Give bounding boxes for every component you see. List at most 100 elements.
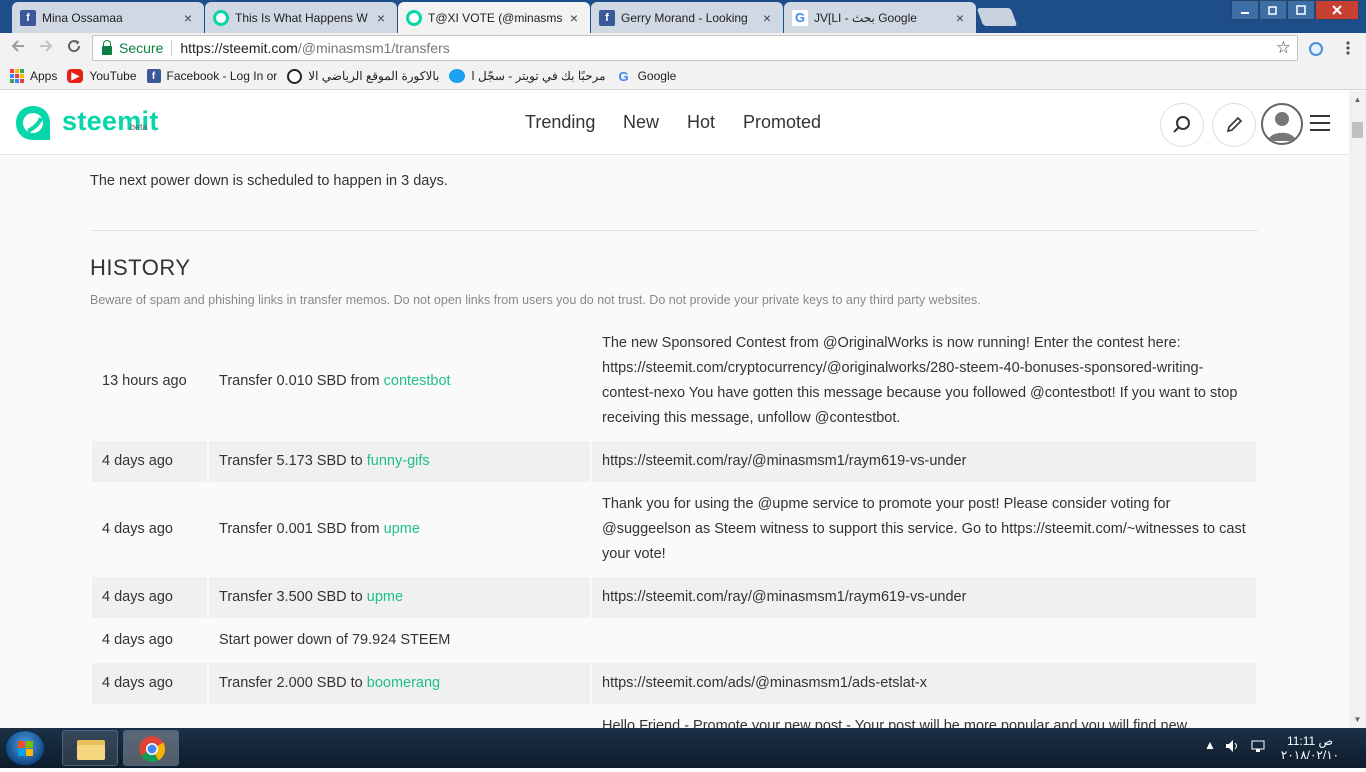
close-tab-icon[interactable]: × xyxy=(952,10,968,26)
clock-date: ٢٠١٨/٠٢/١٠ xyxy=(1280,748,1340,762)
arrow-left-icon xyxy=(11,40,24,52)
close-tab-icon[interactable]: × xyxy=(180,10,196,26)
nav-trending[interactable]: Trending xyxy=(525,112,595,133)
bookmark-facebook[interactable]: f Facebook - Log In or xyxy=(146,69,278,83)
close-tab-icon[interactable]: × xyxy=(566,10,582,26)
memo-text: Hello Friend - Promote your new post - Y… xyxy=(602,718,1188,728)
bookmark-label: Google xyxy=(637,69,677,83)
bookmark-star-icon[interactable]: ☆ xyxy=(1276,38,1291,58)
action-text: Transfer 0.001 SBD from xyxy=(219,521,384,537)
table-row: 4 days ago Transfer 2.000 SBD to boomera… xyxy=(92,663,1256,704)
omnibox-separator xyxy=(171,40,173,56)
new-tab-button[interactable] xyxy=(976,8,1018,26)
scrollbar-thumb[interactable] xyxy=(1352,122,1363,138)
history-time: 4 days ago xyxy=(92,663,207,704)
account-link[interactable]: upme xyxy=(384,521,420,537)
browser-tab[interactable]: f Mina Ossamaa × xyxy=(12,2,204,33)
bookmark-label: بالاكورة الموقع الرياضي الا xyxy=(308,69,440,83)
browser-tab[interactable]: G JV[LI - بحث Google × xyxy=(784,2,976,33)
nav-promoted[interactable]: Promoted xyxy=(743,112,821,133)
history-time: 4 days ago xyxy=(92,577,207,618)
write-post-button[interactable] xyxy=(1212,103,1256,147)
history-action: Transfer 5.173 SBD to funny-gifs xyxy=(209,441,590,482)
steemit-logo-icon xyxy=(16,106,50,140)
volume-icon[interactable] xyxy=(1224,738,1240,754)
bookmark-football[interactable]: بالاكورة الموقع الرياضي الا xyxy=(287,68,440,84)
page-viewport: steemit beta Trending New Hot Promoted T… xyxy=(0,91,1349,728)
history-time: 4 days ago xyxy=(102,521,173,537)
reload-button[interactable] xyxy=(64,38,84,58)
table-row: Hello Friend - Promote your new post - Y… xyxy=(92,706,1256,728)
close-tab-icon[interactable]: × xyxy=(759,10,775,26)
browser-tab[interactable]: f Gerry Morand - Looking × xyxy=(591,2,783,33)
tab-title: This Is What Happens W xyxy=(235,10,368,25)
search-icon xyxy=(1173,116,1190,133)
address-bar[interactable]: Secure https://steemit.com /@minasmsm1/t… xyxy=(92,35,1298,61)
bookmark-label: Facebook - Log In or xyxy=(166,69,278,83)
tab-title: Gerry Morand - Looking xyxy=(621,10,748,25)
account-link[interactable]: boomerang xyxy=(367,675,440,691)
restore-icon xyxy=(1268,6,1277,15)
bookmark-label: YouTube xyxy=(89,69,137,83)
youtube-icon: ▶ xyxy=(67,69,84,83)
start-button[interactable] xyxy=(5,730,45,766)
steemit-icon xyxy=(406,9,422,26)
history-memo xyxy=(592,620,1256,661)
history-action: Transfer 2.000 SBD to boomerang xyxy=(209,663,590,704)
scroll-up-arrow-icon[interactable]: ▲ xyxy=(1349,91,1366,108)
action-text: Transfer 2.000 SBD to xyxy=(219,675,367,691)
browser-menu-icon[interactable] xyxy=(1340,40,1356,56)
browser-tab[interactable]: This Is What Happens W × xyxy=(205,2,397,33)
steemit-logo-text: steemit xyxy=(62,106,159,136)
minimize-window-button[interactable] xyxy=(1231,0,1259,20)
action-text: Transfer 0.010 SBD from xyxy=(219,372,384,389)
history-action xyxy=(209,706,590,728)
hamburger-menu-icon[interactable] xyxy=(1310,115,1330,132)
maximize-window-button[interactable] xyxy=(1287,0,1315,20)
nav-new[interactable]: New xyxy=(623,112,659,133)
user-avatar-icon xyxy=(1268,112,1296,141)
beta-label: beta xyxy=(130,122,148,132)
minimize-icon xyxy=(1241,12,1249,14)
bookmark-google[interactable]: G Google xyxy=(616,68,677,84)
power-down-notice: The next power down is scheduled to happ… xyxy=(90,173,448,189)
system-clock[interactable]: 11:11 ص ٢٠١٨/٠٢/١٠ xyxy=(1280,734,1340,762)
history-action: Transfer 0.010 SBD from contestbot xyxy=(209,323,590,439)
close-icon xyxy=(1332,5,1342,15)
bookmark-label: مرحبًا بك في تويتر - سجّل ا xyxy=(471,69,606,83)
search-button[interactable] xyxy=(1160,103,1204,147)
history-memo: The new Sponsored Contest from @Original… xyxy=(602,335,1238,426)
scroll-down-arrow-icon[interactable]: ▼ xyxy=(1349,711,1366,728)
taskbar-chrome[interactable] xyxy=(123,730,179,766)
close-tab-icon[interactable]: × xyxy=(373,10,389,26)
taskbar-file-explorer[interactable] xyxy=(62,730,118,766)
account-link[interactable]: contestbot xyxy=(384,373,451,389)
history-memo: https://steemit.com/ads/@minasmsm1/ads-e… xyxy=(592,663,1256,704)
browser-tab-active[interactable]: T@XI VOTE (@minasms × xyxy=(398,2,590,33)
page-scrollbar[interactable]: ▲ ▼ xyxy=(1349,91,1366,728)
restore-window-button[interactable] xyxy=(1259,0,1287,20)
table-row: 4 days ago Transfer 5.173 SBD to funny-g… xyxy=(92,441,1256,482)
close-window-button[interactable] xyxy=(1315,0,1359,20)
url-path: /@minasmsm1/transfers xyxy=(297,40,450,56)
account-link[interactable]: funny-gifs xyxy=(367,453,430,469)
google-icon: G xyxy=(618,68,629,84)
bookmark-twitter[interactable]: مرحبًا بك في تويتر - سجّل ا xyxy=(449,69,606,83)
twitter-icon xyxy=(449,69,466,83)
history-action: Start power down of 79.924 STEEM xyxy=(219,632,451,648)
bookmark-youtube[interactable]: ▶ YouTube xyxy=(67,69,137,83)
user-avatar[interactable] xyxy=(1261,103,1303,145)
secure-label: Secure xyxy=(119,40,164,56)
back-button[interactable] xyxy=(8,38,28,58)
bookmarks-bar: Apps ▶ YouTube f Facebook - Log In or با… xyxy=(0,63,1366,90)
nav-hot[interactable]: Hot xyxy=(687,112,715,133)
extension-icon[interactable] xyxy=(1308,40,1324,56)
network-icon[interactable] xyxy=(1250,738,1266,754)
football-icon xyxy=(287,68,303,84)
history-memo: https://steemit.com/ray/@minasmsm1/raym6… xyxy=(592,577,1256,618)
bookmark-apps[interactable]: Apps xyxy=(10,69,57,83)
section-divider xyxy=(90,230,1258,231)
account-link[interactable]: upme xyxy=(367,589,403,605)
forward-button[interactable] xyxy=(36,38,56,58)
tray-expand-icon[interactable]: ▲ xyxy=(1204,738,1216,752)
